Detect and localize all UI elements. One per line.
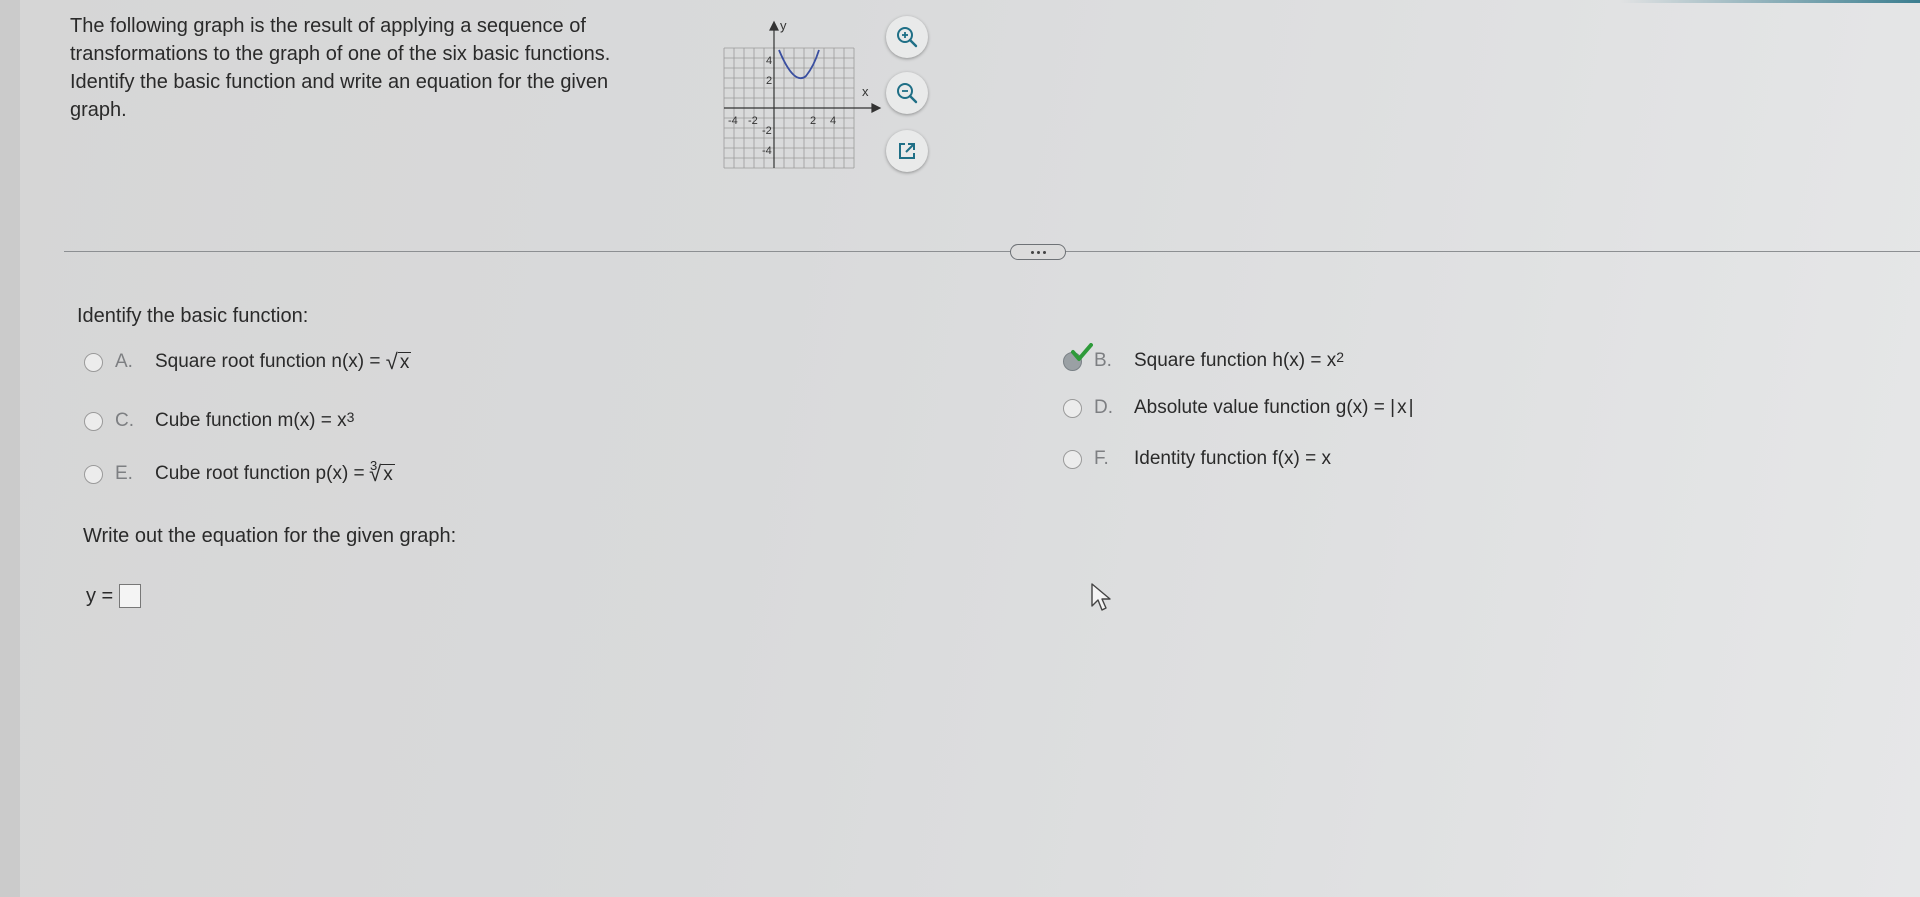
y-tick-label: 2 xyxy=(766,75,772,87)
option-letter: F. xyxy=(1094,448,1109,469)
left-edge xyxy=(0,0,20,897)
radicand: x xyxy=(397,352,412,373)
option-e[interactable]: E. Cube root function p(x) = 3 √ x xyxy=(84,458,395,486)
graph-axes xyxy=(724,20,882,168)
y-tick-label: 4 xyxy=(766,55,772,67)
radio-c[interactable] xyxy=(84,411,103,431)
function-graph[interactable]: x y -4 -2 2 4 4 2 -2 -4 xyxy=(718,14,888,174)
option-letter: E. xyxy=(115,463,133,484)
abs-argument: x xyxy=(1397,397,1407,418)
option-letter: C. xyxy=(115,410,134,431)
radio-d[interactable] xyxy=(1063,398,1082,418)
option-equation-lhs: p(x) = xyxy=(315,463,365,484)
y-tick-label: -4 xyxy=(762,145,772,157)
answer-prefix: y = xyxy=(86,584,114,607)
absolute-value-expression: | x | xyxy=(1390,397,1414,418)
square-root-expression: √ x xyxy=(385,349,412,374)
x-tick-label: -4 xyxy=(728,115,738,127)
option-equation-lhs: h(x) = x xyxy=(1272,350,1337,371)
option-text: Cube root function xyxy=(155,463,311,484)
option-text: Square function xyxy=(1134,350,1268,371)
option-text: Absolute value function xyxy=(1134,397,1331,418)
question1-label: Identify the basic function: xyxy=(77,305,309,327)
root-index: 3 xyxy=(369,458,378,473)
exponent: 2 xyxy=(1336,349,1345,365)
radio-f[interactable] xyxy=(1063,449,1082,469)
prompt-line: graph. xyxy=(70,99,127,121)
section-divider xyxy=(64,251,1920,252)
radio-e[interactable] xyxy=(84,464,103,484)
option-text: Square root function xyxy=(155,351,327,372)
option-letter: A. xyxy=(115,351,133,372)
external-link-icon xyxy=(899,143,915,159)
x-tick-label: 2 xyxy=(810,115,816,127)
top-accent-bar xyxy=(1620,0,1920,3)
question2-label: Write out the equation for the given gra… xyxy=(83,525,457,547)
mouse-cursor-icon xyxy=(1091,583,1111,611)
y-axis-label: y xyxy=(780,18,787,33)
option-letter: B. xyxy=(1094,350,1112,371)
radicand: x xyxy=(381,464,395,485)
more-options-button[interactable] xyxy=(1010,244,1066,260)
answer-input[interactable] xyxy=(119,584,142,608)
zoom-in-icon xyxy=(897,27,918,48)
option-a[interactable]: A. Square root function n(x) = √ x xyxy=(84,349,412,374)
option-equation-lhs: g(x) = xyxy=(1335,397,1385,418)
answer-row: y = xyxy=(86,584,142,608)
option-text: Identity function xyxy=(1134,448,1268,469)
option-equation-lhs: f(x) = x xyxy=(1272,448,1331,469)
zoom-out-button[interactable] xyxy=(886,72,928,114)
checkmark-icon xyxy=(1071,343,1093,361)
zoom-in-button[interactable] xyxy=(886,16,928,58)
y-tick-label: -2 xyxy=(762,125,772,137)
option-d[interactable]: D. Absolute value function g(x) = | x | xyxy=(1063,397,1414,419)
x-tick-label: 4 xyxy=(830,115,836,127)
cube-root-expression: 3 √ x xyxy=(369,458,395,486)
exponent: 3 xyxy=(346,409,355,425)
option-equation-lhs: n(x) = xyxy=(331,351,381,372)
popout-button[interactable] xyxy=(886,130,928,172)
x-tick-label: -2 xyxy=(748,115,758,127)
x-axis-label: x xyxy=(862,84,869,99)
radio-a[interactable] xyxy=(84,352,103,372)
option-c[interactable]: C. Cube function m(x) = x3 xyxy=(84,409,355,432)
dot-icon xyxy=(1036,250,1040,254)
option-b[interactable]: B. Square function h(x) = x2 xyxy=(1063,349,1345,372)
graph-curve xyxy=(778,49,820,80)
option-letter: D. xyxy=(1094,397,1113,418)
question-prompt: The following graph is the result of app… xyxy=(70,12,710,124)
dot-icon xyxy=(1030,250,1034,254)
option-f[interactable]: F. Identity function f(x) = x xyxy=(1063,448,1331,470)
zoom-out-icon xyxy=(897,83,918,104)
option-text: Cube function xyxy=(155,410,273,431)
option-equation-lhs: m(x) = x xyxy=(277,410,347,431)
dot-icon xyxy=(1042,250,1046,254)
prompt-line: transformations to the graph of one of t… xyxy=(70,43,611,65)
prompt-line: Identify the basic function and write an… xyxy=(70,71,609,93)
prompt-line: The following graph is the result of app… xyxy=(70,15,586,37)
